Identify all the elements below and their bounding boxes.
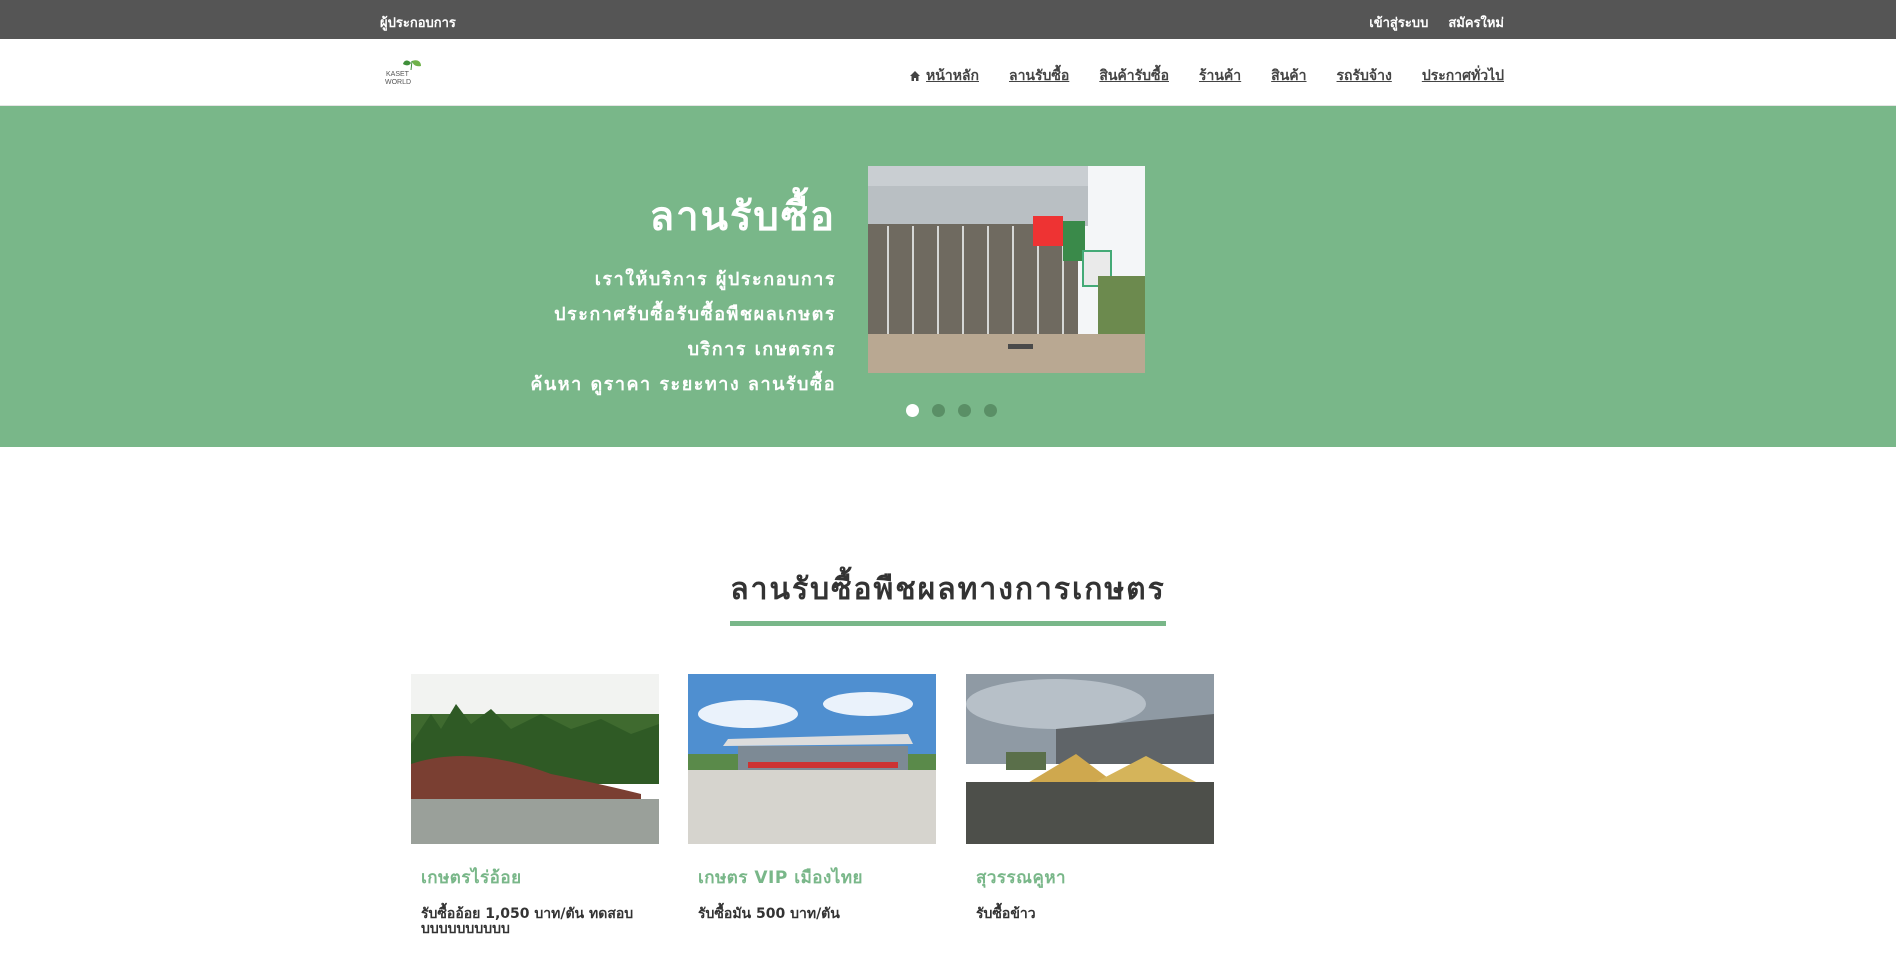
logo-text-kaset: KASET	[386, 71, 410, 78]
yard-name[interactable]: สุวรรณคูหา	[976, 864, 1214, 891]
yard-name[interactable]: เกษตร VIP เมืองไทย	[698, 864, 936, 891]
nav-item-buy-products[interactable]: สินค้ารับซื้อ	[1099, 65, 1169, 87]
yard-description: รับซื้อข้าว	[976, 906, 1036, 922]
hero-image-storefront	[868, 166, 1145, 373]
hero-line: ค้นหา ดูราคา ระยะทาง ลานรับซื้อ	[530, 374, 836, 395]
carousel-dot-1[interactable]	[906, 404, 919, 417]
yard-name[interactable]: เกษตรไร่อ้อย	[421, 864, 659, 891]
nav-item-yards[interactable]: ลานรับซื้อ	[1009, 65, 1069, 87]
account-links: เข้าสู่ระบบ สมัครใหม่	[1369, 12, 1504, 33]
carousel-dot-2[interactable]	[932, 404, 945, 417]
main-navbar: KASET WORLD หน้าหลัก ลานรับซื้อ สินค้ารั…	[0, 39, 1896, 106]
nav-item-announcements[interactable]: ประกาศทั่วไป	[1422, 65, 1504, 87]
nav-home-label: หน้าหลัก	[926, 68, 979, 84]
nav-item-shops[interactable]: ร้านค้า	[1199, 65, 1241, 87]
hero-carousel: ลานรับซื้อ เราให้บริการ ผู้ประกอบการ ประ…	[0, 106, 1896, 447]
logo-text-world: WORLD	[385, 79, 411, 86]
hero-line: บริการ เกษตรกร	[687, 339, 836, 360]
nav-item-products[interactable]: สินค้า	[1271, 65, 1306, 87]
yard-photo-sugarcane[interactable]	[411, 674, 659, 844]
yard-description: รับซื้อมัน 500 บาท/ตัน	[698, 906, 840, 922]
yard-description: รับซื้ออ้อย 1,050 บาท/ตัน ทดสอบบบบบบบบบบ…	[421, 906, 634, 937]
carousel-indicators	[906, 404, 997, 417]
carousel-dot-3[interactable]	[958, 404, 971, 417]
carousel-dot-4[interactable]	[984, 404, 997, 417]
hero-text: ลานรับซื้อ เราให้บริการ ผู้ประกอบการ ประ…	[530, 184, 836, 402]
section-heading: ลานรับซื้อพืชผลทางการเกษตร	[0, 566, 1896, 626]
yard-card[interactable]: เกษตร VIP เมืองไทย รับซื้อมัน 500 บาท/ตั…	[688, 674, 936, 922]
hero-line: เราให้บริการ ผู้ประกอบการ	[594, 269, 836, 290]
nav-menu: หน้าหลัก ลานรับซื้อ สินค้ารับซื้อ ร้านค้…	[909, 65, 1504, 87]
register-link[interactable]: สมัครใหม่	[1448, 12, 1504, 33]
hero-line: ประกาศรับซื้อรับซื้อพืชผลเกษตร	[554, 304, 836, 325]
section-title: ลานรับซื้อพืชผลทางการเกษตร	[730, 566, 1166, 626]
operator-link[interactable]: ผู้ประกอบการ	[380, 12, 456, 33]
login-link[interactable]: เข้าสู่ระบบ	[1369, 12, 1428, 33]
home-icon	[910, 71, 921, 81]
nav-item-trucks[interactable]: รถรับจ้าง	[1337, 65, 1392, 87]
top-bar: ผู้ประกอบการ เข้าสู่ระบบ สมัครใหม่	[0, 0, 1896, 39]
yard-card[interactable]: สุวรรณคูหา รับซื้อข้าว	[966, 674, 1214, 922]
yard-photo-rice[interactable]	[966, 674, 1214, 844]
yard-card[interactable]: เกษตรไร่อ้อย รับซื้ออ้อย 1,050 บาท/ตัน ท…	[411, 674, 659, 937]
yard-photo-vip[interactable]	[688, 674, 936, 844]
hero-title: ลานรับซื้อ	[649, 194, 836, 240]
nav-item-home[interactable]: หน้าหลัก	[909, 65, 979, 87]
kaset-world-logo[interactable]: KASET WORLD	[384, 57, 426, 87]
